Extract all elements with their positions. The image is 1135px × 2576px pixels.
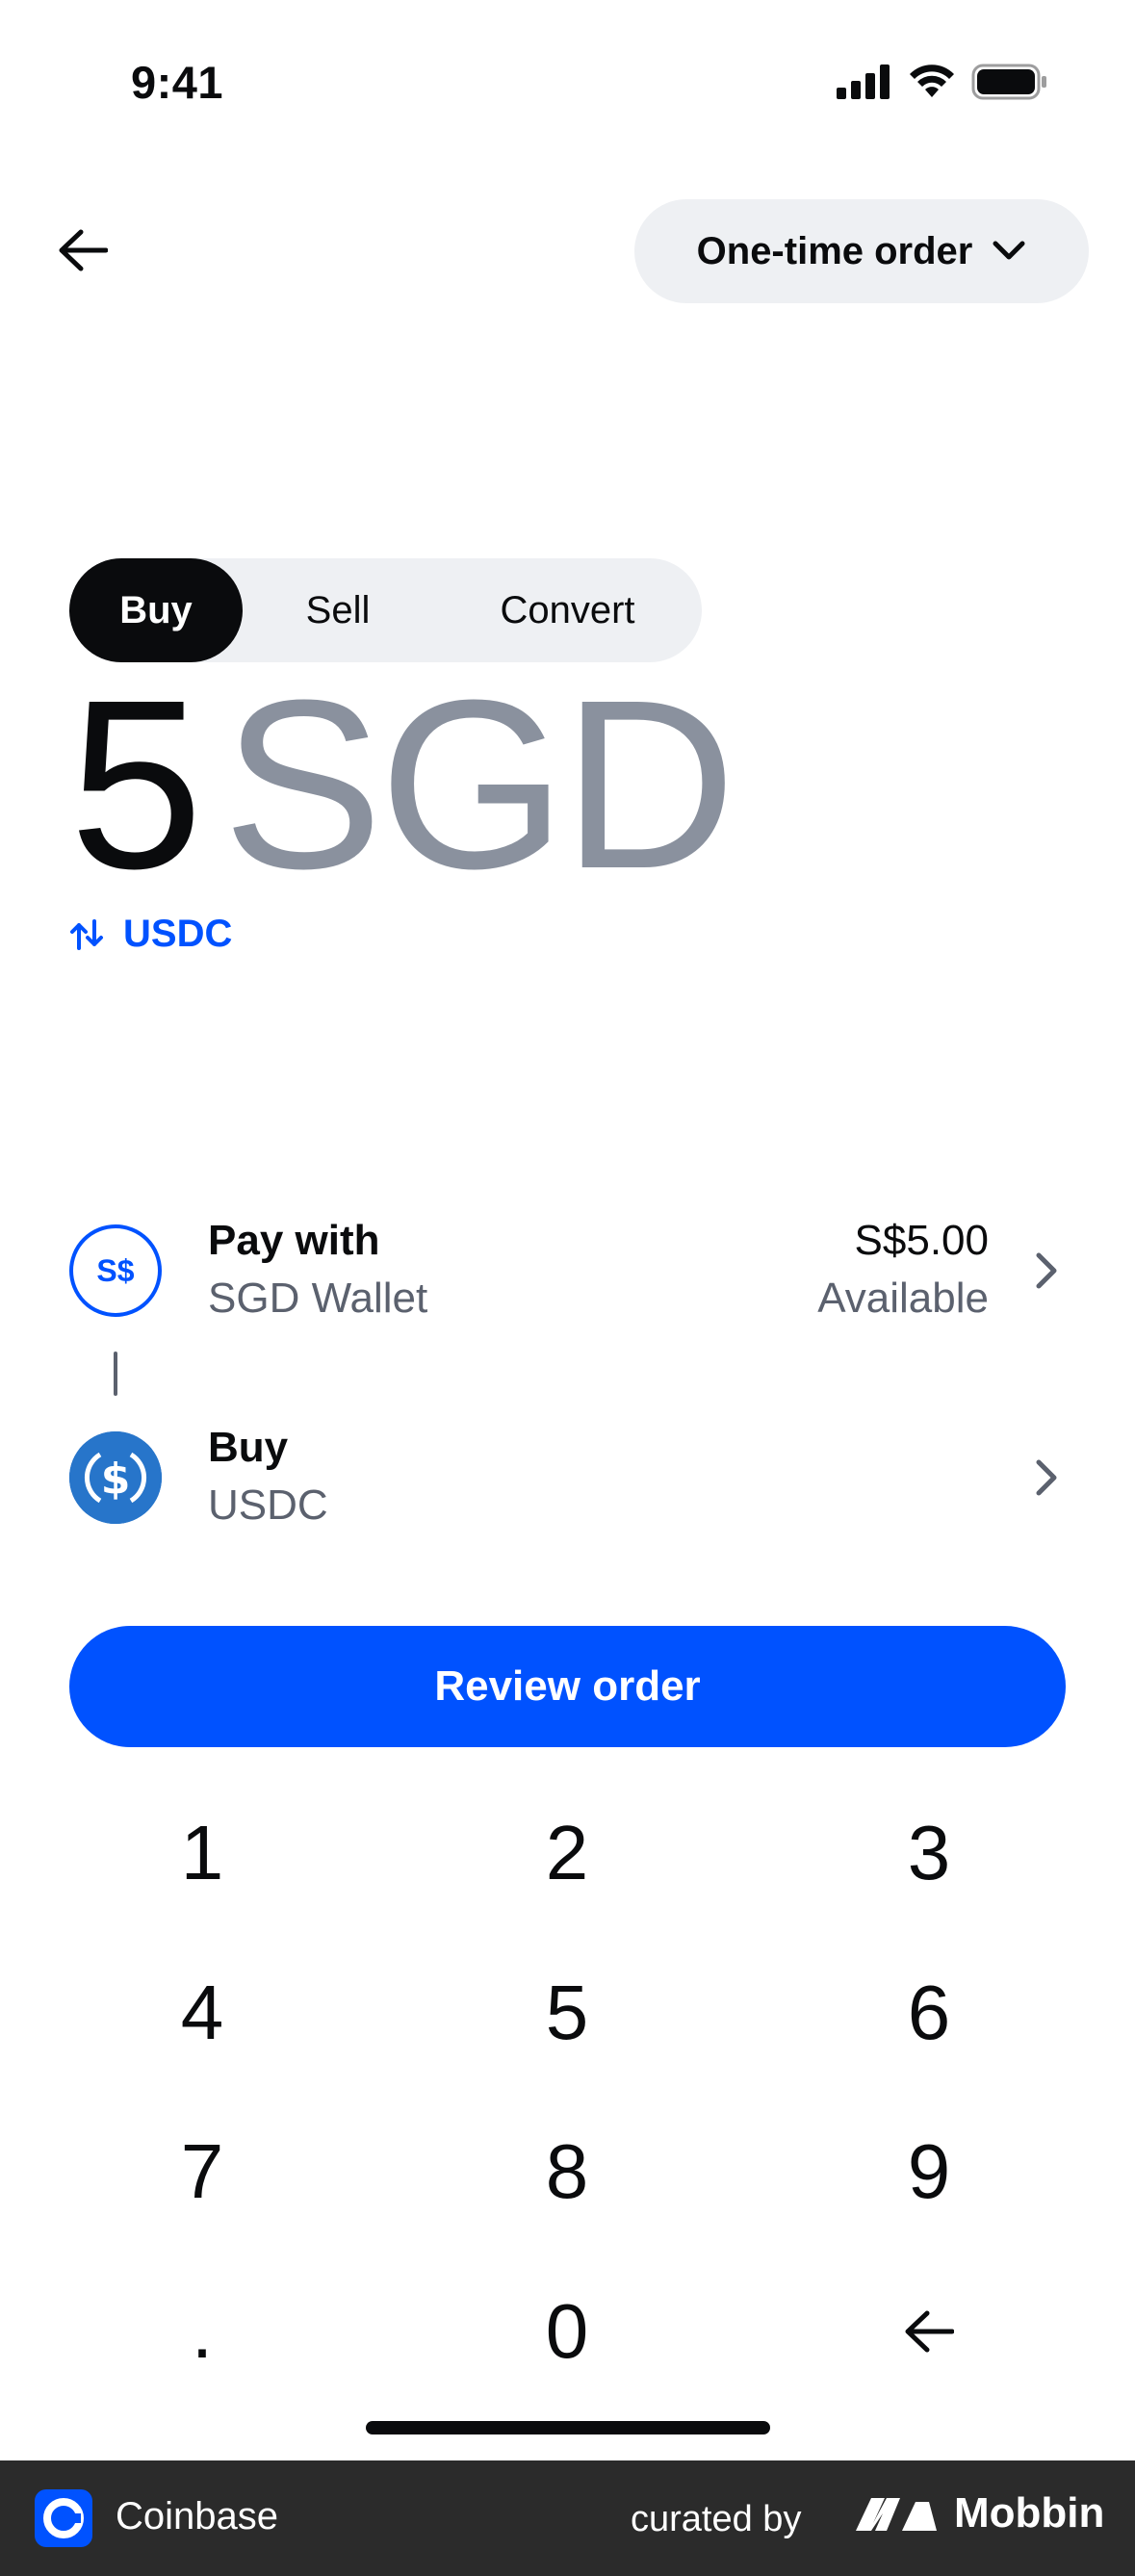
status-bar: 9:41 (0, 0, 1135, 164)
pay-with-text: Pay with SGD Wallet (208, 1213, 817, 1328)
amount-display: 5 SGD (69, 650, 736, 918)
balance-value: S$5.00 (854, 1217, 989, 1264)
mobbin-brand: Mobbin (852, 2489, 1104, 2537)
order-type-label: One-time order (696, 229, 973, 272)
key-backspace[interactable] (813, 2259, 1045, 2404)
key-1[interactable]: 1 (87, 1781, 318, 1925)
balance-label: Available (817, 1275, 989, 1322)
mobbin-logo-icon (856, 2498, 937, 2531)
key-7[interactable]: 7 (87, 2099, 318, 2244)
swap-arrows-icon (70, 918, 103, 950)
key-9[interactable]: 9 (813, 2099, 1045, 2244)
amount-currency: SGD (222, 650, 736, 918)
swap-currency-label: USDC (123, 913, 233, 955)
footer-curated-by: curated by (631, 2499, 802, 2539)
pay-with-balance: S$5.00 Available (817, 1213, 989, 1328)
tab-convert[interactable]: Convert (433, 558, 702, 662)
chevron-right-icon (1027, 1251, 1066, 1290)
amount-value: 5 (69, 650, 203, 918)
swap-currency-toggle[interactable]: USDC (69, 913, 232, 956)
coinbase-logo-icon (35, 2489, 92, 2547)
buy-asset-text: Buy USDC (208, 1420, 1027, 1535)
tab-buy[interactable]: Buy (69, 558, 243, 662)
backspace-arrow-icon (905, 2310, 954, 2353)
pay-with-row[interactable]: S$ Pay with SGD Wallet S$5.00 Available (69, 1208, 1066, 1333)
buy-asset-subtitle: USDC (208, 1481, 328, 1529)
sgd-wallet-icon: S$ (69, 1224, 162, 1317)
footer-app-name: Coinbase (116, 2495, 279, 2537)
buy-asset-title: Buy (208, 1424, 289, 1471)
status-time: 9:41 (131, 57, 224, 108)
chevron-right-icon (1027, 1458, 1066, 1497)
wifi-icon (910, 64, 954, 97)
key-6[interactable]: 6 (813, 1941, 1045, 2085)
row-connector-line (114, 1352, 117, 1396)
footer-bar: Coinbase curated by Mobbin (0, 2460, 1135, 2576)
svg-text:$: $ (101, 1455, 131, 1504)
review-order-button[interactable]: Review order (69, 1626, 1066, 1747)
cellular-signal-icon (837, 64, 890, 99)
key-2[interactable]: 2 (451, 1781, 683, 1925)
tab-sell[interactable]: Sell (243, 558, 433, 662)
trade-type-tabs: Buy Sell Convert (69, 558, 702, 662)
key-8[interactable]: 8 (451, 2099, 683, 2244)
status-icons (837, 64, 1048, 100)
chevron-down-icon (993, 241, 1025, 260)
key-decimal[interactable]: . (87, 2259, 318, 2404)
order-type-dropdown[interactable]: One-time order (634, 199, 1089, 303)
pay-with-subtitle: SGD Wallet (208, 1275, 428, 1322)
buy-asset-row[interactable]: $ Buy USDC (69, 1415, 1066, 1540)
pay-with-title: Pay with (208, 1217, 380, 1264)
key-3[interactable]: 3 (813, 1781, 1045, 1925)
mobbin-brand-name: Mobbin (954, 2489, 1105, 2537)
key-4[interactable]: 4 (87, 1941, 318, 2085)
home-indicator (366, 2421, 770, 2434)
key-0[interactable]: 0 (451, 2259, 683, 2404)
arrow-left-icon (59, 229, 108, 271)
sgd-wallet-icon-text: S$ (96, 1252, 135, 1288)
usdc-icon: $ (69, 1431, 162, 1524)
key-5[interactable]: 5 (451, 1941, 683, 2085)
back-button[interactable] (52, 219, 114, 281)
battery-icon (971, 64, 1046, 100)
